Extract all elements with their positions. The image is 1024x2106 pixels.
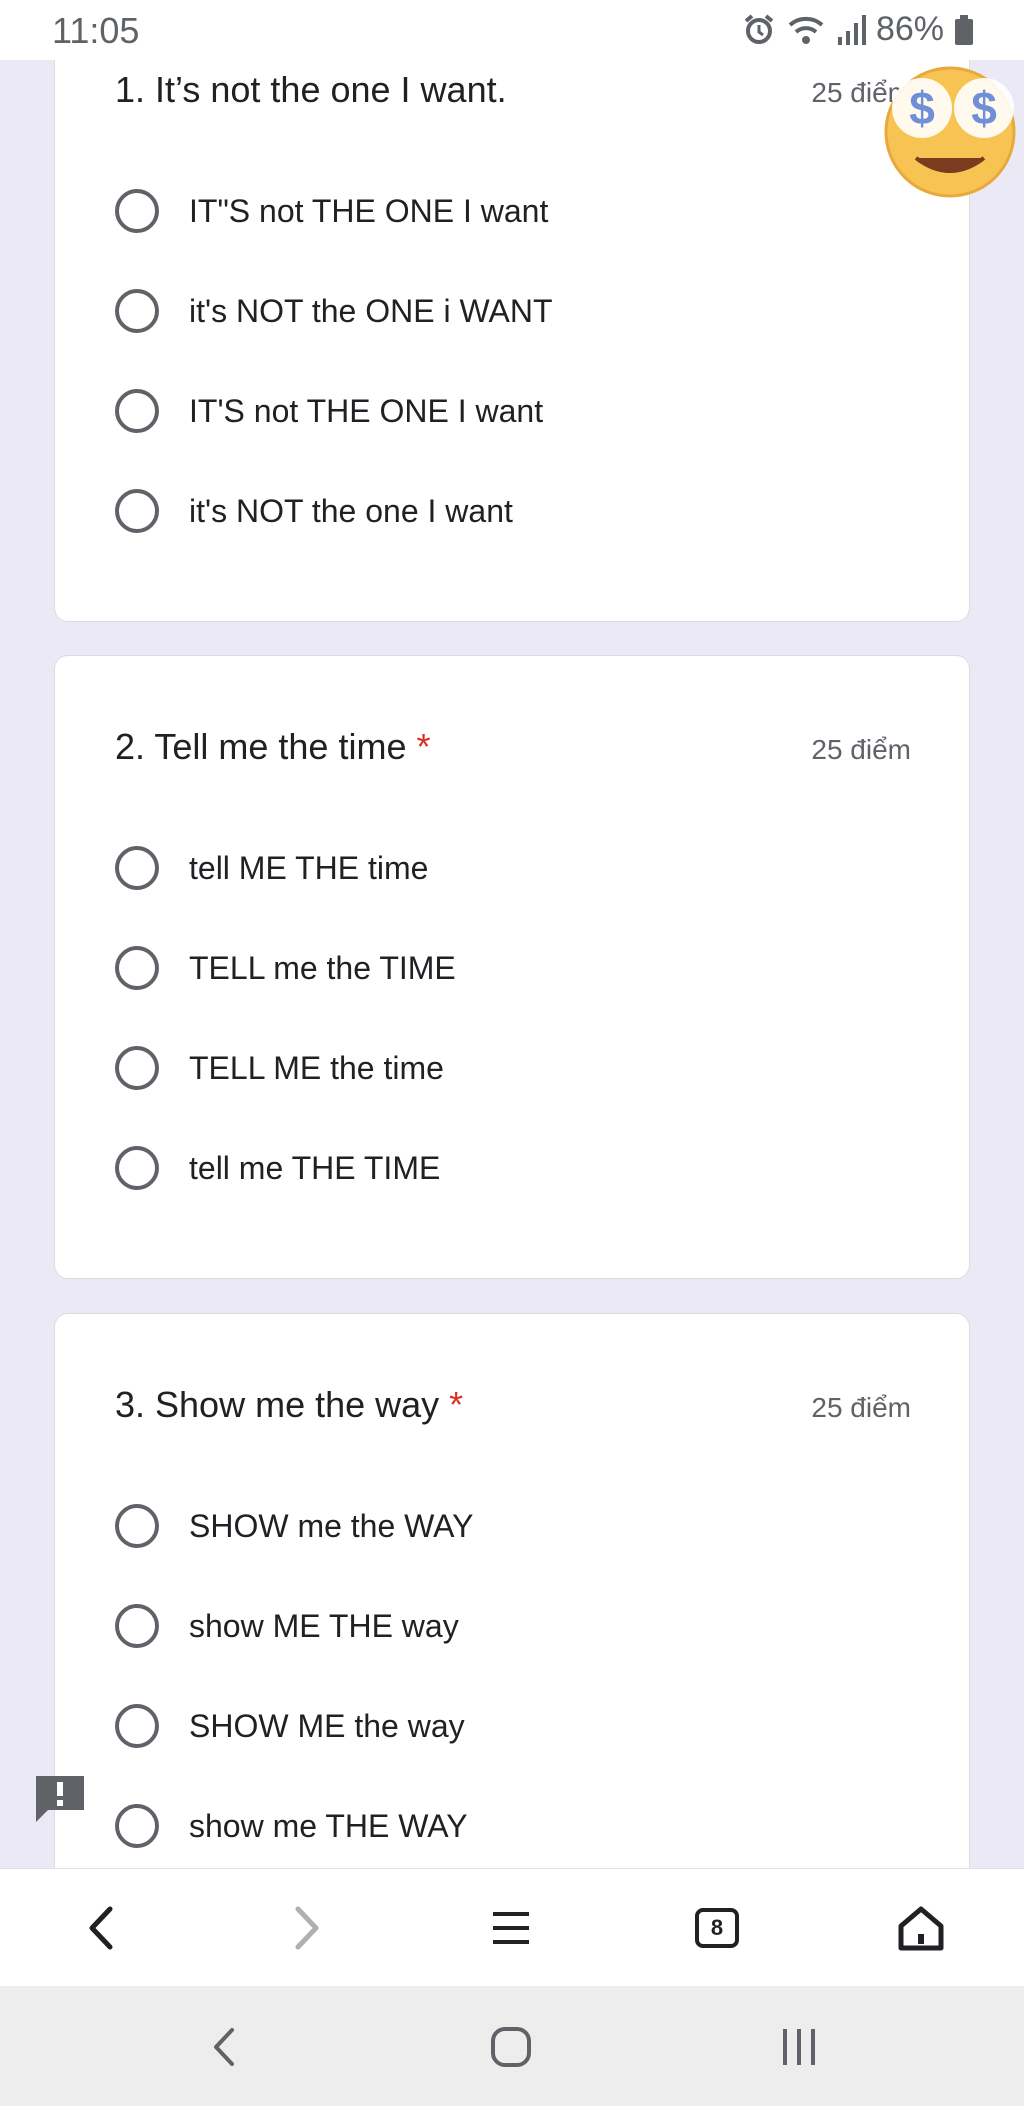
question-title: 1. It’s not the one I want. xyxy=(115,69,507,111)
question-title: 3. Show me the way * xyxy=(115,1384,463,1426)
battery-percent: 86% xyxy=(875,10,944,48)
option-label: show ME THE way xyxy=(189,1607,459,1644)
signal-icon xyxy=(836,13,866,47)
question-card-1: 1. It’s not the one I want. 25 điểm IT"S… xyxy=(54,20,970,622)
radio-button[interactable] xyxy=(115,846,159,890)
radio-option[interactable]: SHOW ME the way xyxy=(115,1696,465,1756)
wifi-icon xyxy=(786,13,826,47)
question-points: 25 điểm xyxy=(811,734,911,765)
required-asterisk: * xyxy=(416,726,431,767)
question-title: 2. Tell me the time * xyxy=(115,726,430,768)
forward-icon[interactable] xyxy=(274,1895,340,1961)
status-bar: 11:05 86% xyxy=(0,0,1024,60)
option-label: SHOW ME the way xyxy=(189,1707,465,1744)
svg-text:$: $ xyxy=(909,82,935,134)
option-label: IT"S not THE ONE I want xyxy=(189,192,549,229)
status-icons: 86% xyxy=(742,10,974,49)
radio-button[interactable] xyxy=(115,1604,159,1648)
question-title-text: 3. Show me the way xyxy=(115,1384,440,1425)
svg-text:$: $ xyxy=(971,82,997,134)
system-back-icon[interactable] xyxy=(192,2014,258,2080)
home-icon[interactable] xyxy=(888,1895,954,1961)
option-label: show me THE WAY xyxy=(189,1807,468,1844)
option-label: SHOW me the WAY xyxy=(189,1507,474,1544)
recents-icon[interactable] xyxy=(766,2014,832,2080)
radio-button[interactable] xyxy=(115,1046,159,1090)
radio-button[interactable] xyxy=(115,1146,159,1190)
question-title-text: 1. It’s not the one I want. xyxy=(115,69,507,110)
radio-option[interactable]: TELL ME the time xyxy=(115,1038,444,1098)
system-home-icon[interactable] xyxy=(478,2014,544,2080)
option-label: tell ME THE time xyxy=(189,849,429,886)
question-card-2: 2. Tell me the time * 25 điểm tell ME THE… xyxy=(54,655,970,1279)
option-label: TELL me the TIME xyxy=(189,949,456,986)
option-label: tell me THE TIME xyxy=(189,1149,441,1186)
back-icon[interactable] xyxy=(68,1895,134,1961)
radio-option[interactable]: IT'S not THE ONE I want xyxy=(115,381,543,441)
radio-option[interactable]: show me THE WAY xyxy=(115,1796,468,1856)
system-navigation-bar xyxy=(0,1986,1024,2106)
radio-option[interactable]: SHOW me the WAY xyxy=(115,1496,473,1556)
radio-button[interactable] xyxy=(115,289,159,333)
tab-count: 8 xyxy=(695,1908,739,1948)
battery-icon xyxy=(954,13,974,47)
option-label: TELL ME the time xyxy=(189,1049,444,1086)
radio-button[interactable] xyxy=(115,1804,159,1848)
question-points: 25 điểm xyxy=(811,1392,911,1423)
option-label: it's NOT the ONE i WANT xyxy=(189,292,553,329)
browser-toolbar: 8 xyxy=(0,1868,1024,1987)
radio-option[interactable]: TELL me the TIME xyxy=(115,938,456,998)
radio-button[interactable] xyxy=(115,1504,159,1548)
radio-button[interactable] xyxy=(115,946,159,990)
tabs-icon[interactable]: 8 xyxy=(684,1895,750,1961)
radio-button[interactable] xyxy=(115,389,159,433)
radio-option[interactable]: tell ME THE time xyxy=(115,838,428,898)
radio-button[interactable] xyxy=(115,489,159,533)
radio-option[interactable]: it's NOT the one I want xyxy=(115,481,513,541)
required-asterisk: * xyxy=(449,1384,464,1425)
money-face-emoji-icon: $ $ xyxy=(880,62,1020,202)
question-title-text: 2. Tell me the time xyxy=(115,726,407,767)
radio-button[interactable] xyxy=(115,189,159,233)
radio-button[interactable] xyxy=(115,1704,159,1748)
radio-option[interactable]: IT"S not THE ONE I want xyxy=(115,181,548,241)
alarm-icon xyxy=(742,13,776,47)
option-label: it's NOT the one I want xyxy=(189,492,513,529)
option-label: IT'S not THE ONE I want xyxy=(189,392,544,429)
radio-option[interactable]: tell me THE TIME xyxy=(115,1138,440,1198)
menu-icon[interactable] xyxy=(478,1895,544,1961)
feedback-icon[interactable] xyxy=(32,1772,88,1824)
status-time: 11:05 xyxy=(52,10,140,51)
radio-option[interactable]: show ME THE way xyxy=(115,1596,459,1656)
radio-option[interactable]: it's NOT the ONE i WANT xyxy=(115,281,552,341)
